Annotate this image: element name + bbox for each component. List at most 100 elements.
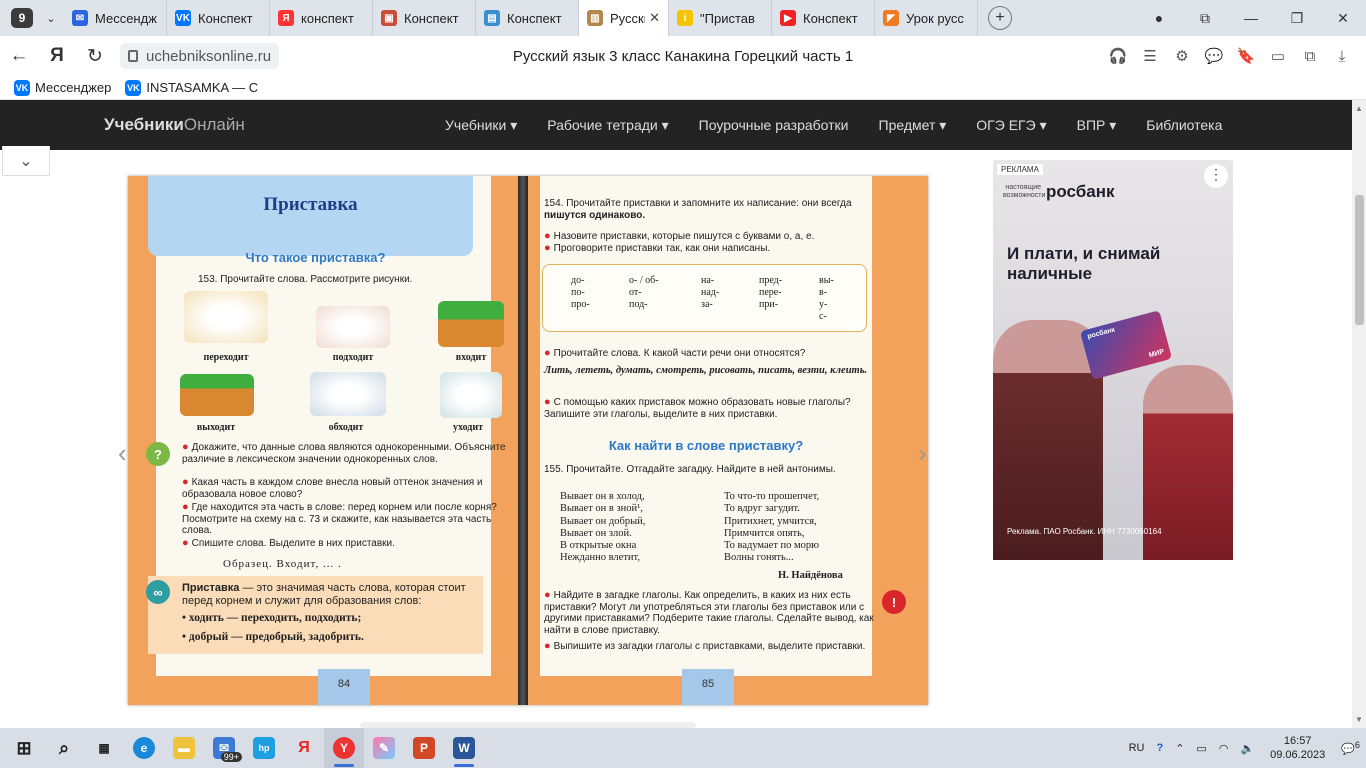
rosbank-ad[interactable]: РЕКЛАМА ⋮ настоящие возможности росбанк … (993, 160, 1233, 560)
question-1: Докажите, что данные слова являются одно… (182, 442, 506, 465)
bookmark-messenger[interactable]: VK Мессенджер (14, 79, 111, 96)
scrollbar-thumb[interactable] (1355, 195, 1364, 325)
nav-item-1[interactable]: Учебники ▾ (430, 117, 532, 134)
yandex-home-icon[interactable]: Я (38, 45, 76, 67)
battery-tray-icon[interactable]: ▭ (1196, 742, 1206, 755)
nav-item-3[interactable]: Поурочные разработки (684, 117, 864, 134)
textbook-spread: Приставка Что такое приставка? 153. Проч… (128, 176, 928, 705)
bookmarks-bar: VK Мессенджер VK INSTASAMKA — С (0, 76, 1366, 100)
yandex-browser-button[interactable]: Y (324, 728, 364, 768)
browser-tab-5[interactable]: ▤ Конспект (476, 0, 579, 36)
vertical-scrollbar[interactable]: ▲ ▼ (1352, 100, 1366, 728)
new-tab-button[interactable]: + (988, 6, 1012, 30)
ad-menu-button[interactable]: ⋮ (1204, 164, 1228, 188)
prev-page-chevron-icon[interactable]: ‹ (118, 438, 127, 469)
tray-chevron-icon[interactable]: ⌃ (1175, 742, 1184, 755)
tab-favicon-icon: ▶ (780, 10, 796, 26)
tab-restore-icon[interactable]: ⧉ (1182, 10, 1228, 27)
bullet-2: Проговорите приставки так, как они напис… (553, 243, 771, 254)
nav-item-6[interactable]: ВПР ▾ (1062, 117, 1132, 134)
edge-button[interactable]: e (124, 728, 164, 768)
logo-light: Онлайн (183, 115, 245, 134)
bookmark-icon[interactable]: 🔖 (1230, 47, 1262, 65)
task-view-button[interactable]: ▦ (84, 728, 124, 768)
maximize-button[interactable]: ❐ (1274, 10, 1320, 27)
collections-icon[interactable]: ⧉ (1294, 48, 1326, 65)
windows-icon: ⊞ (16, 737, 32, 758)
hp-icon: hp (253, 737, 275, 759)
dog-picture-2 (316, 306, 390, 348)
battery-icon[interactable]: ▭ (1262, 47, 1294, 65)
browser-tab-7[interactable]: i "Пристав (669, 0, 772, 36)
tab-label: Конспект (404, 10, 459, 26)
edge-icon: e (133, 737, 155, 759)
tab-menu-chevron-icon[interactable]: ⌄ (38, 6, 64, 30)
page-85: 154. Прочитайте приставки и запомните их… (528, 176, 928, 705)
nav-item-7[interactable]: Библиотека (1131, 117, 1237, 134)
powerpoint-button[interactable]: P (404, 728, 444, 768)
help-icon[interactable]: ? (1156, 742, 1163, 754)
browser-tab-6[interactable]: ▥ Русски✕ (579, 0, 669, 36)
explorer-button[interactable]: ▬ (164, 728, 204, 768)
page-number-85: 85 (682, 669, 734, 705)
bullet-4: С помощью каких приставок можно образова… (544, 397, 851, 420)
bookmark-instasamka[interactable]: VK INSTASAMKA — С (125, 79, 258, 96)
back-button[interactable]: ← (0, 45, 38, 67)
reload-button[interactable]: ↻ (76, 45, 114, 68)
exercise-154: 154. Прочитайте приставки и запомните их… (544, 198, 852, 209)
card-mir: МИР (1148, 348, 1165, 360)
search-icon: ⌕ (58, 737, 70, 758)
tab-label: Конспект (507, 10, 562, 26)
bullet-1: Назовите приставки, которые пишутся с бу… (553, 231, 815, 242)
next-page-chevron-icon[interactable]: › (918, 438, 927, 469)
prefix-col-3: на- над- за- (701, 275, 720, 310)
tab-favicon-icon: ▤ (484, 10, 500, 26)
notifications-icon[interactable]: 💬6 (1341, 740, 1360, 756)
caption-6: уходит (452, 422, 484, 433)
minimize-button[interactable]: — (1228, 10, 1274, 26)
close-tab-icon[interactable]: ✕ (649, 10, 660, 26)
url-field[interactable]: uchebniksonline.ru (120, 43, 280, 69)
tab-label: конспект (301, 10, 354, 26)
browser-tab-3[interactable]: Яконспект (270, 0, 373, 36)
headphones-icon[interactable]: 🎧 (1102, 47, 1134, 65)
yandex-browser-icon: Y (333, 737, 355, 759)
window-controls: ● ⧉ — ❐ ✕ (1136, 0, 1366, 36)
nav-item-2[interactable]: Рабочие тетради ▾ (532, 117, 683, 134)
hp-button[interactable]: hp (244, 728, 284, 768)
browser-tab-8[interactable]: ▶ Конспект (772, 0, 875, 36)
browser-tab-2[interactable]: VK Конспект (167, 0, 270, 36)
browser-tab-9[interactable]: ◤ Урок русс (875, 0, 978, 36)
language-indicator[interactable]: RU (1129, 742, 1145, 754)
tab-count: 9 (11, 8, 33, 28)
lock-icon (128, 50, 138, 62)
download-icon[interactable]: ⤓ (1326, 48, 1358, 65)
yandex-button[interactable]: Я (284, 728, 324, 768)
mail-button[interactable]: ✉ 99+ (204, 728, 244, 768)
wifi-icon[interactable]: ◠ (1219, 742, 1229, 755)
word-button[interactable]: W (444, 728, 484, 768)
search-button[interactable]: ⌕ (44, 728, 84, 768)
start-button[interactable]: ⊞ (4, 728, 44, 768)
sample-line: Образец. Входит, ... . (223, 558, 342, 570)
browser-tab-4[interactable]: ▣ Конспект (373, 0, 476, 36)
rule-term: Приставка (182, 582, 240, 594)
close-window-button[interactable]: ✕ (1320, 10, 1366, 27)
volume-icon[interactable]: 🔈 (1240, 742, 1254, 755)
collapse-chevron-icon[interactable]: ⌄ (2, 146, 50, 176)
nav-item-5[interactable]: ОГЭ ЕГЭ ▾ (961, 117, 1061, 134)
tab-label: Конспект (803, 10, 858, 26)
tab-count-button[interactable]: 9 (6, 6, 38, 30)
riddle-right: То что-то прошепчет, То вдруг загудит. П… (724, 491, 820, 564)
paint-button[interactable]: ✎ (364, 728, 404, 768)
comment-icon[interactable]: 💬 (1198, 47, 1230, 65)
paint-icon: ✎ (373, 737, 395, 759)
caption-1: переходит (203, 352, 249, 363)
profile-icon[interactable]: ● (1136, 10, 1182, 26)
clock[interactable]: 16:57 09.06.2023 (1270, 734, 1325, 762)
site-logo[interactable]: УчебникиОнлайн (104, 115, 245, 135)
extension-icon[interactable]: ⚙ (1166, 47, 1198, 65)
nav-item-4[interactable]: Предмет ▾ (864, 117, 962, 134)
reader-icon[interactable]: ☰ (1134, 47, 1166, 65)
browser-tab-1[interactable]: ✉ Мессендж (64, 0, 167, 36)
